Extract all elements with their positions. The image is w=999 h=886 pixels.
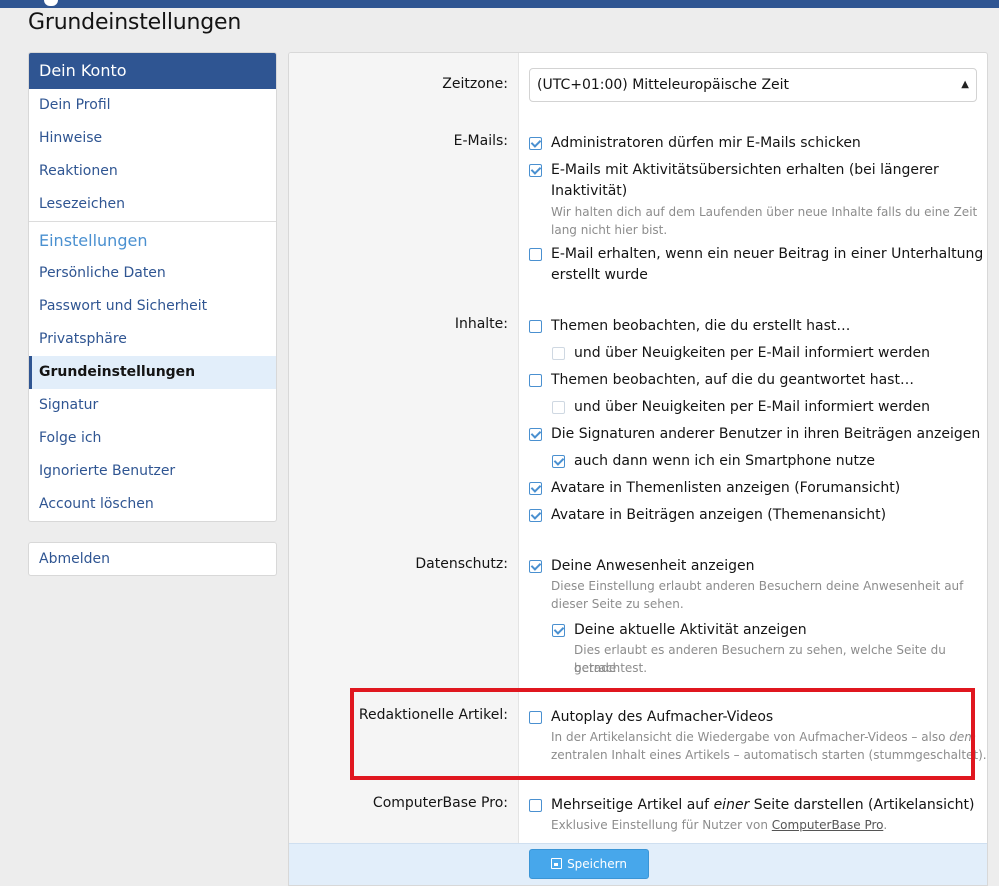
sidebar-item-privacy[interactable]: Privatsphäre xyxy=(29,323,276,356)
sidebar-item-alerts[interactable]: Hinweise xyxy=(29,122,276,155)
sidebar-item-preferences[interactable]: Grundeinstellungen xyxy=(29,356,276,389)
sidebar-item-ignored-users[interactable]: Ignorierte Benutzer xyxy=(29,455,276,488)
show-presence-hint: Diese Einstellung erlaubt anderen Besuch… xyxy=(551,579,964,593)
logout-link[interactable]: Abmelden xyxy=(29,543,276,575)
conversation-email-label-line2: erstellt wurde xyxy=(551,267,648,283)
conversation-email-label: E-Mail erhalten, wenn ein neuer Beitrag … xyxy=(551,246,984,262)
show-activity-label: Deine aktuelle Aktivität anzeigen xyxy=(574,622,807,638)
emails-label: E-Mails: xyxy=(453,133,508,149)
top-navigation-bar xyxy=(0,0,999,8)
single-page-articles-checkbox[interactable] xyxy=(529,799,542,812)
form-footer: Speichern xyxy=(289,843,987,885)
timezone-label: Zeitzone: xyxy=(442,76,508,92)
single-page-articles-hint: Exklusive Einstellung für Nutzer von Com… xyxy=(551,818,888,832)
watch-created-threads-label: Themen beobachten, die du erstellt hast… xyxy=(551,318,851,334)
admin-emails-checkbox[interactable] xyxy=(529,137,542,150)
page-title: Grundeinstellungen xyxy=(28,10,242,35)
logout-block: Abmelden xyxy=(28,542,277,576)
timezone-value: (UTC+01:00) Mitteleuropäische Zeit xyxy=(537,77,790,93)
watch-created-email-checkbox[interactable] xyxy=(552,347,565,360)
show-signatures-checkbox[interactable] xyxy=(529,428,542,441)
show-activity-hint-line2: betrachtest. xyxy=(574,661,648,675)
avatars-posts-checkbox[interactable] xyxy=(529,509,542,522)
sidebar-item-following[interactable]: Folge ich xyxy=(29,422,276,455)
sidebar-item-signature[interactable]: Signatur xyxy=(29,389,276,422)
watch-replied-email-label: und über Neuigkeiten per E-Mail informie… xyxy=(574,399,930,415)
content-label: Inhalte: xyxy=(454,316,508,332)
activity-summary-label-line2: Inaktivität) xyxy=(551,183,628,199)
watch-replied-threads-checkbox[interactable] xyxy=(529,374,542,387)
activity-summary-hint: Wir halten dich auf dem Laufenden über n… xyxy=(551,205,978,219)
avatars-threadlist-checkbox[interactable] xyxy=(529,482,542,495)
save-icon xyxy=(551,858,563,869)
show-activity-checkbox[interactable] xyxy=(552,624,565,637)
watch-replied-threads-label: Themen beobachten, auf die du geantworte… xyxy=(551,372,914,388)
show-presence-checkbox[interactable] xyxy=(529,560,542,573)
conversation-email-checkbox[interactable] xyxy=(529,248,542,261)
computerbase-pro-link[interactable]: ComputerBase Pro xyxy=(772,818,884,832)
show-presence-hint-line2: dieser Seite zu sehen. xyxy=(551,597,684,611)
watch-created-threads-checkbox[interactable] xyxy=(529,320,542,333)
timezone-select[interactable]: (UTC+01:00) Mitteleuropäische Zeit ▲ xyxy=(529,68,977,102)
account-sidebar: Dein Konto Dein Profil Hinweise Reaktion… xyxy=(28,52,277,522)
privacy-label: Datenschutz: xyxy=(415,556,508,572)
activity-summary-label: E-Mails mit Aktivitätsübersichten erhalt… xyxy=(551,162,939,178)
save-button[interactable]: Speichern xyxy=(529,849,649,879)
sidebar-item-personal-details[interactable]: Persönliche Daten xyxy=(29,257,276,290)
signatures-mobile-label: auch dann wenn ich ein Smartphone nutze xyxy=(574,453,875,469)
select-arrows-icon: ▲ xyxy=(961,79,969,90)
sidebar-item-bookmarks[interactable]: Lesezeichen xyxy=(29,188,276,221)
activity-summary-hint-line2: lang nicht hier bist. xyxy=(551,223,668,237)
watch-created-email-label: und über Neuigkeiten per E-Mail informie… xyxy=(574,345,930,361)
highlight-annotation-box xyxy=(350,688,975,780)
activity-summary-checkbox[interactable] xyxy=(529,164,542,177)
sidebar-item-reactions[interactable]: Reaktionen xyxy=(29,155,276,188)
watch-replied-email-checkbox[interactable] xyxy=(552,401,565,414)
show-signatures-label: Die Signaturen anderer Benutzer in ihren… xyxy=(551,426,981,442)
sidebar-header: Dein Konto xyxy=(29,53,276,89)
avatars-threadlist-label: Avatare in Themenlisten anzeigen (Foruma… xyxy=(551,480,901,496)
show-presence-label: Deine Anwesenheit anzeigen xyxy=(551,558,755,574)
pro-label: ComputerBase Pro: xyxy=(372,795,508,811)
admin-emails-label: Administratoren dürfen mir E-Mails schic… xyxy=(551,135,861,151)
single-page-articles-label: Mehrseitige Artikel auf einer Seite dars… xyxy=(551,797,975,813)
signatures-mobile-checkbox[interactable] xyxy=(552,455,565,468)
sidebar-group-settings: Einstellungen xyxy=(29,221,276,257)
sidebar-item-delete-account[interactable]: Account löschen xyxy=(29,488,276,521)
sidebar-item-profile[interactable]: Dein Profil xyxy=(29,89,276,122)
avatars-posts-label: Avatare in Beiträgen anzeigen (Themenans… xyxy=(551,507,887,523)
sidebar-item-password-security[interactable]: Passwort und Sicherheit xyxy=(29,290,276,323)
